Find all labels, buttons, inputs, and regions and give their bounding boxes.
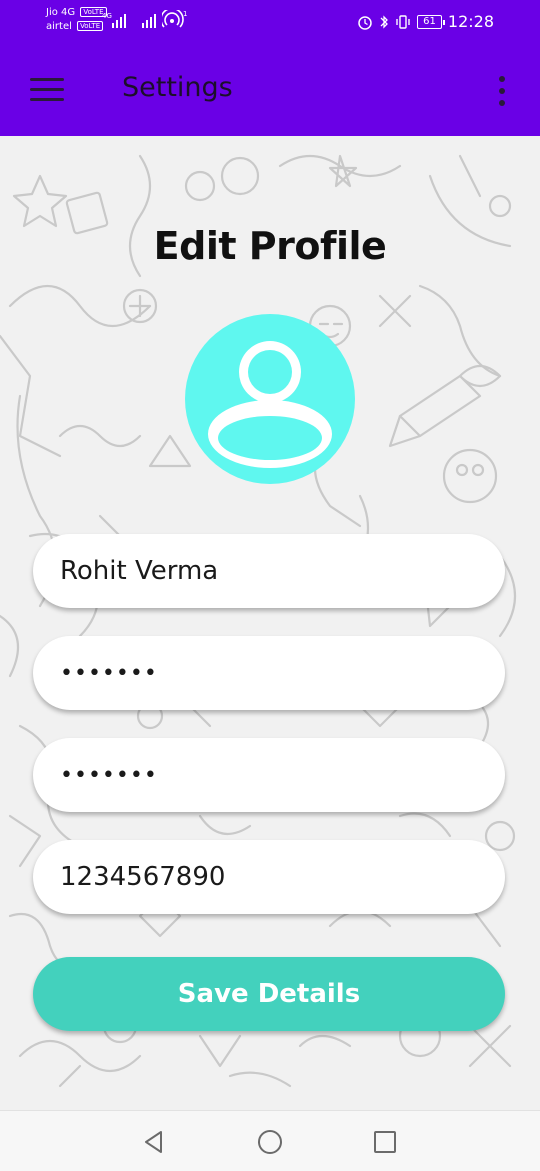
status-right: 61 12:28 (357, 12, 494, 31)
app-bar-title: Settings (122, 72, 233, 103)
hotspot-icon: 1 (162, 10, 187, 28)
clock: 12:28 (447, 12, 494, 31)
carrier-info: Jio 4G VoLTE airtel VoLTE (46, 6, 107, 34)
alarm-icon (358, 15, 372, 30)
avatar[interactable] (185, 314, 355, 484)
back-triangle-icon[interactable] (141, 1129, 167, 1155)
hamburger-menu-icon[interactable] (30, 78, 64, 102)
settings-content: Edit Profile Rohit Verma ••••••• •••••••… (0, 136, 540, 1110)
confirm-password-field[interactable]: ••••••• (33, 738, 505, 812)
signal-icon-2 (142, 14, 156, 28)
bluetooth-icon (380, 14, 389, 29)
sim-count: 1 (183, 10, 187, 18)
name-field[interactable]: Rohit Verma (33, 534, 505, 608)
net-label: 4G (102, 12, 112, 20)
recents-square-icon[interactable] (372, 1129, 398, 1155)
carrier1-label: Jio 4G (46, 7, 76, 18)
signal-icon-1: 4G (102, 12, 126, 28)
phone-field[interactable]: 1234567890 (33, 840, 505, 914)
password-field[interactable]: ••••••• (33, 636, 505, 710)
battery-indicator: 61 (417, 14, 445, 29)
person-icon (208, 341, 332, 468)
system-nav-bar (0, 1110, 540, 1171)
carrier2-label: airtel (46, 21, 72, 32)
vibrate-icon (396, 14, 410, 29)
home-circle-icon[interactable] (257, 1129, 283, 1155)
volte-badge-2: VoLTE (77, 21, 104, 31)
save-details-button[interactable]: Save Details (33, 957, 505, 1031)
app-bar: Settings (0, 42, 540, 136)
status-bar: Jio 4G VoLTE airtel VoLTE 4G 1 61 12:28 (0, 0, 540, 42)
more-vert-icon[interactable] (492, 74, 512, 108)
page-title: Edit Profile (153, 224, 387, 268)
